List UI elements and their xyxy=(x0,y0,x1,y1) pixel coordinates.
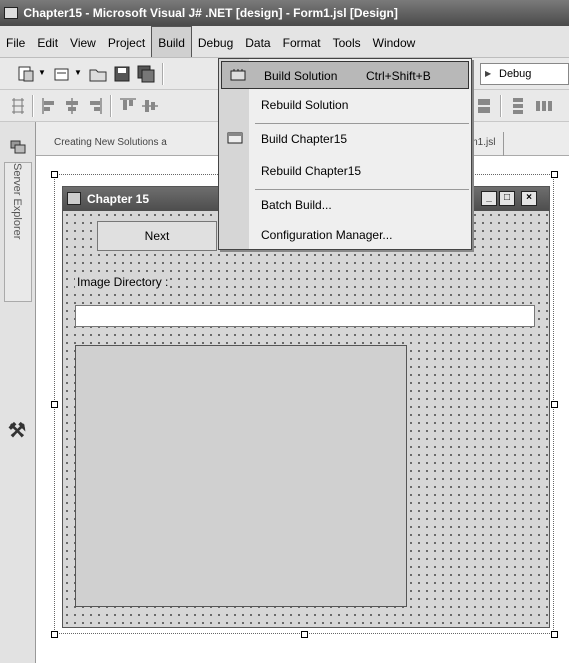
menu-debug[interactable]: Debug xyxy=(192,27,239,57)
align-rights-icon[interactable] xyxy=(84,96,104,116)
menu-window[interactable]: Window xyxy=(367,27,422,57)
picture-box[interactable] xyxy=(75,345,407,607)
form-chapter15[interactable]: Chapter 15 _ □ × Next Image Directory : xyxy=(62,186,550,628)
save-icon[interactable] xyxy=(112,64,132,84)
save-all-icon[interactable] xyxy=(136,64,156,84)
form-icon xyxy=(67,192,81,205)
menu-item-build-solution[interactable]: Build Solution Ctrl+Shift+B xyxy=(221,61,469,89)
align-lefts-icon[interactable] xyxy=(40,96,60,116)
build-project-icon xyxy=(227,132,243,144)
menu-item-rebuild-project[interactable]: Rebuild Chapter15 xyxy=(219,157,471,185)
build-menu-dropdown: Build Solution Ctrl+Shift+B Rebuild Solu… xyxy=(218,58,472,250)
menu-edit[interactable]: Edit xyxy=(31,27,64,57)
resize-handle[interactable] xyxy=(51,631,58,638)
menu-data[interactable]: Data xyxy=(239,27,276,57)
menu-separator xyxy=(255,189,469,190)
horizontal-spacing-icon[interactable] xyxy=(534,96,554,116)
menu-tools[interactable]: Tools xyxy=(327,27,367,57)
new-project-icon[interactable] xyxy=(16,64,36,84)
align-centers-icon[interactable] xyxy=(62,96,82,116)
server-explorer-tab[interactable]: Server Explorer xyxy=(4,162,32,302)
menu-item-shortcut: Ctrl+Shift+B xyxy=(366,69,431,83)
window-title: Chapter15 - Microsoft Visual J# .NET [de… xyxy=(23,6,398,20)
open-folder-icon[interactable] xyxy=(88,64,108,84)
image-directory-label: Image Directory : xyxy=(75,275,171,289)
maximize-icon[interactable]: □ xyxy=(499,191,515,206)
vertical-spacing-icon[interactable] xyxy=(508,96,528,116)
resize-handle[interactable] xyxy=(551,631,558,638)
align-to-grid-icon[interactable] xyxy=(8,96,28,116)
resize-handle[interactable] xyxy=(51,401,58,408)
menu-item-label: Build Chapter15 xyxy=(261,132,348,146)
align-middles-icon[interactable] xyxy=(140,96,160,116)
menu-item-label: Build Solution xyxy=(264,69,338,83)
close-icon[interactable]: × xyxy=(521,191,537,206)
toolbar-separator xyxy=(110,95,112,117)
menu-project[interactable]: Project xyxy=(102,27,151,57)
form-title: Chapter 15 xyxy=(87,192,150,206)
solution-config-select[interactable]: Debug xyxy=(480,63,569,85)
menu-bar: File Edit View Project Build Debug Data Format T… xyxy=(0,26,569,58)
resize-handle[interactable] xyxy=(551,401,558,408)
toolbar-separator xyxy=(32,95,34,117)
menu-build[interactable]: Build xyxy=(151,26,192,57)
next-button[interactable]: Next xyxy=(97,221,217,251)
menu-item-rebuild-solution[interactable]: Rebuild Solution xyxy=(219,91,471,119)
menu-format[interactable]: Format xyxy=(277,27,327,57)
app-icon xyxy=(4,7,18,19)
menu-item-label: Rebuild Chapter15 xyxy=(261,164,362,178)
menu-separator xyxy=(255,123,469,124)
build-solution-icon xyxy=(230,69,246,81)
toolbar-separator xyxy=(162,63,164,85)
minimize-icon[interactable]: _ xyxy=(481,191,497,206)
resize-handle[interactable] xyxy=(301,631,308,638)
menu-file[interactable]: File xyxy=(0,27,31,57)
menu-item-label: Batch Build... xyxy=(261,198,332,212)
toolbox-icon[interactable]: ⚒ xyxy=(8,418,26,443)
add-item-icon[interactable] xyxy=(52,64,72,84)
menu-item-batch-build[interactable]: Batch Build... xyxy=(219,191,471,219)
image-directory-input[interactable] xyxy=(75,305,535,327)
make-same-size-icon[interactable] xyxy=(474,96,494,116)
server-explorer-icon[interactable] xyxy=(10,140,26,154)
align-tops-icon[interactable] xyxy=(118,96,138,116)
tab-creating-new-solutions[interactable]: Creating New Solutions a xyxy=(46,132,175,156)
menu-view[interactable]: View xyxy=(64,27,102,57)
chevron-down-icon[interactable]: ▼ xyxy=(38,68,46,77)
side-panel: Server Explorer ⚒ xyxy=(0,122,36,663)
menu-item-label: Rebuild Solution xyxy=(261,98,349,112)
resize-handle[interactable] xyxy=(51,171,58,178)
toolbar-separator xyxy=(500,95,502,117)
menu-item-build-project[interactable]: Build Chapter15 xyxy=(219,125,471,153)
chevron-down-icon[interactable]: ▼ xyxy=(74,68,82,77)
menu-item-configuration-manager[interactable]: Configuration Manager... xyxy=(219,221,471,249)
menu-item-label: Configuration Manager... xyxy=(261,228,393,242)
window-title-bar: Chapter15 - Microsoft Visual J# .NET [de… xyxy=(0,0,569,26)
resize-handle[interactable] xyxy=(551,171,558,178)
